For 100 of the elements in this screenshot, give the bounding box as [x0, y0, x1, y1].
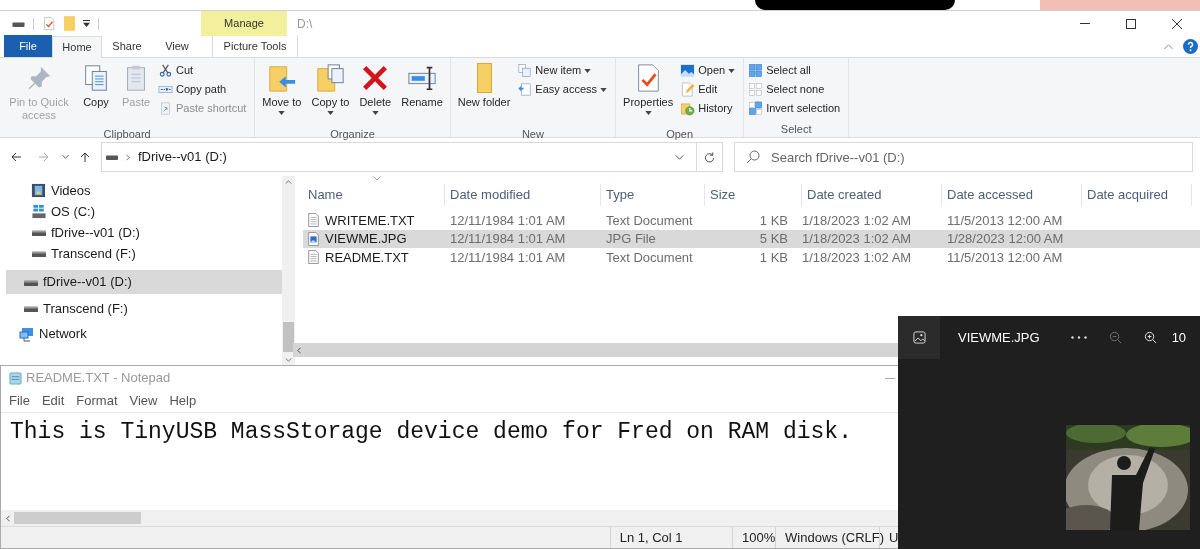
ribbon-tab[interactable]: Picture Tools: [212, 35, 298, 57]
nav-item[interactable]: fDrive--v01 (D:): [6, 222, 282, 243]
file-row[interactable]: WRITEME.TXT 12/11/1984 1:01 AM Text Document 1 KB 1/18/2023 1:02 AM 11/5/2013 12:00 AM: [303, 211, 1200, 230]
breadcrumb-chevron-icon: [126, 153, 130, 161]
ribbon-button[interactable]: Select none: [748, 80, 841, 99]
close-icon: [1172, 18, 1182, 29]
notepad-icon: [9, 371, 22, 385]
nav-item[interactable]: Videos: [6, 180, 282, 201]
properties-icon: [42, 16, 56, 31]
window-title: README.TXT - Notepad: [26, 369, 171, 388]
status-text: 100%: [742, 528, 776, 547]
ribbon-button[interactable]: Edit: [680, 80, 736, 99]
file-row[interactable]: VIEWME.JPG 12/11/1984 1:01 AM JPG File 5 KB 1/18/2023 1:02 AM 1/28/2023 12:00 AM: [303, 229, 1200, 248]
zoom-out-button[interactable]: [1107, 329, 1124, 346]
ribbon-button[interactable]: Copy: [78, 60, 114, 128]
ribbon-button[interactable]: Rename: [398, 60, 446, 128]
nav-label: Transcend (F:): [51, 244, 136, 263]
image-icon: [680, 63, 696, 78]
menu-item[interactable]: Edit: [41, 391, 65, 411]
ribbon-button[interactable]: Delete: [356, 60, 395, 128]
column-header[interactable]: Type: [606, 185, 635, 205]
ribbon-button[interactable]: Cut: [158, 61, 247, 80]
ribbon-button[interactable]: Open: [680, 61, 736, 80]
ribbon-button[interactable]: Move to: [259, 60, 305, 128]
ribbon-button[interactable]: Invert selection: [748, 99, 841, 118]
scroll-up-icon: [285, 180, 292, 184]
recent-locations-icon: [62, 155, 69, 159]
ribbon-tab[interactable]: Home: [52, 36, 102, 58]
folder-copy-icon: [315, 63, 346, 93]
nav-item[interactable]: fDrive--v01 (D:): [6, 270, 282, 294]
file-name: README.TXT: [325, 248, 409, 267]
table-cell-text: 5 KB: [758, 230, 789, 248]
ribbon-tab[interactable]: View: [152, 35, 202, 57]
address-bar[interactable]: fDrive--v01 (D:): [101, 142, 723, 172]
menu-item[interactable]: File: [9, 391, 30, 411]
file-row[interactable]: README.TXT 12/11/1984 1:01 AM Text Document 1 KB 1/18/2023 1:02 AM 11/5/2013 12:00 AM: [303, 248, 1200, 267]
nav-label: OS (C:): [51, 202, 96, 221]
ribbon-group-label: Organize: [329, 128, 376, 140]
nav-item[interactable]: Transcend (F:): [6, 243, 282, 264]
column-header[interactable]: Name: [308, 185, 343, 205]
folder-icon: [64, 16, 75, 31]
grid-icon: [748, 82, 764, 97]
customize-icon: [83, 20, 90, 27]
ribbon-button[interactable]: Properties: [620, 60, 677, 128]
status-text: U: [889, 528, 899, 547]
ribbon-button[interactable]: New item: [517, 61, 608, 80]
column-header[interactable]: Date acquired: [1087, 185, 1168, 205]
nav-label: Transcend (F:): [43, 299, 128, 318]
back-arrow-icon: [10, 151, 22, 163]
scissors-icon: [158, 63, 173, 78]
table-cell-text: 1/18/2023 1:02 AM: [802, 230, 913, 248]
ribbon-tab[interactable]: Share: [102, 35, 152, 57]
search-icon: [746, 150, 760, 164]
table-cell-text: 1 KB: [758, 248, 789, 267]
dropdown-chevron-icon: [675, 154, 684, 160]
search-field[interactable]: Search fDrive--v01 (D:): [734, 142, 1193, 172]
edit-icon: [680, 82, 696, 97]
drive-icon: [106, 154, 118, 160]
column-header[interactable]: Date accessed: [947, 185, 1033, 205]
photo-icon: [912, 331, 926, 344]
drive-icon: [23, 278, 38, 286]
scrollbar-thumb[interactable]: [14, 512, 141, 524]
ribbon-group-label: Open: [665, 128, 695, 140]
photo-title: VIEWME.JPG: [958, 328, 1040, 347]
column-header[interactable]: Date modified: [450, 185, 531, 205]
text-file-icon: [308, 250, 319, 265]
menu-item[interactable]: View: [129, 391, 158, 411]
table-cell-text: 12/11/1984 1:01 AM: [449, 230, 567, 248]
ribbon-button[interactable]: New folder: [454, 60, 514, 128]
horizontal-scrollbar[interactable]: [293, 343, 898, 357]
drive-icon: [31, 250, 46, 257]
table-cell-text: 11/5/2013 12:00 AM: [946, 248, 1064, 267]
nav-item[interactable]: Transcend (F:): [6, 298, 282, 319]
refresh-icon: [704, 151, 715, 163]
column-header[interactable]: Size: [710, 185, 736, 205]
scrollbar-thumb[interactable]: [283, 322, 294, 352]
history-icon: [680, 101, 696, 116]
drive-icon: [31, 229, 46, 236]
nav-item[interactable]: Network: [6, 323, 282, 344]
ribbon-button[interactable]: Easy access: [517, 80, 608, 99]
column-header[interactable]: Date created: [807, 185, 882, 205]
ribbon-button[interactable]: Copy path: [158, 80, 247, 99]
zoom-in-button[interactable]: [1142, 329, 1159, 346]
ribbon-tab[interactable]: File: [4, 35, 52, 57]
vertical-scrollbar[interactable]: [282, 176, 295, 366]
ribbon-button[interactable]: Select all: [748, 61, 841, 80]
ribbon-button[interactable]: Copy to: [308, 60, 353, 128]
nav-label: fDrive--v01 (D:): [43, 273, 132, 292]
menu-item[interactable]: Format: [76, 391, 118, 411]
horizontal-scrollbar[interactable]: [1, 510, 899, 526]
scroll-left-icon: [6, 514, 10, 522]
address-path: fDrive--v01 (D:): [138, 148, 227, 167]
ribbon-button[interactable]: History: [680, 99, 736, 118]
up-arrow-icon: [79, 151, 91, 163]
file-name: VIEWME.JPG: [325, 230, 407, 248]
file-name: WRITEME.TXT: [325, 211, 415, 230]
nav-item[interactable]: OS (C:): [6, 201, 282, 222]
table-cell-text: JPG File: [605, 230, 657, 248]
menu-item[interactable]: Help: [169, 391, 197, 411]
easy-access-icon: [517, 82, 533, 97]
